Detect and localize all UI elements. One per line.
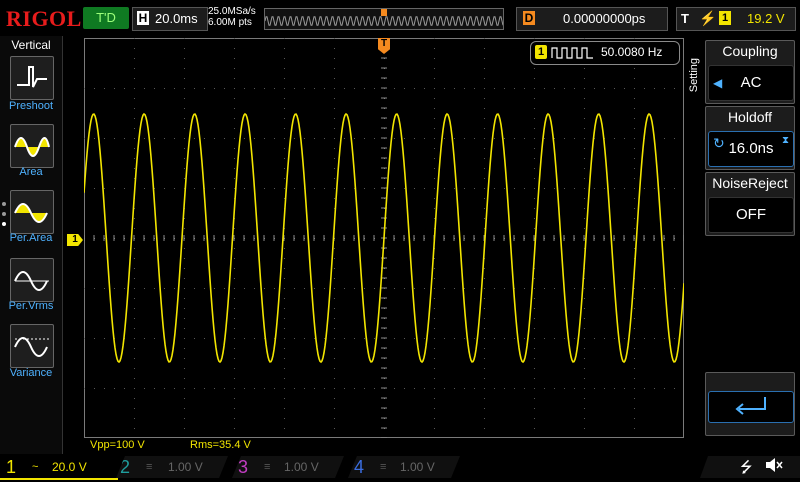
- sample-rate: 25.0MSa/s: [208, 6, 256, 17]
- channel-3-coupling: ≡: [264, 461, 271, 473]
- channel-1-tab[interactable]: 1 ~ 20.0 V: [0, 456, 118, 480]
- variance-icon: [14, 337, 49, 357]
- channel-4-scale: 1.00 V: [400, 460, 435, 474]
- channel-1-scale: 20.0 V: [52, 460, 87, 474]
- channel-2-scale: 1.00 V: [168, 460, 203, 474]
- channel-3-scale: 1.00 V: [284, 460, 319, 474]
- channel-1-offset-marker[interactable]: 1: [67, 234, 83, 246]
- speaker-muted-icon[interactable]: [764, 455, 784, 480]
- channel-1-coupling: ~: [32, 461, 39, 473]
- coupling-value: AC: [740, 74, 762, 91]
- left-menu-title: Vertical: [11, 38, 51, 52]
- noise-reject-value-box[interactable]: OFF: [708, 197, 794, 233]
- vpp-measurement: Vpp=100 V: [90, 439, 145, 451]
- coupling-title: Coupling: [722, 43, 778, 59]
- per-vrms-label: Per.Vrms: [8, 300, 54, 312]
- holdoff-title: Holdoff: [727, 109, 773, 125]
- trigger-key: T: [681, 11, 689, 26]
- area-icon: [14, 137, 50, 157]
- frequency-counter[interactable]: 1 50.0080 Hz: [530, 41, 680, 65]
- coupling-value-box[interactable]: ◀ AC: [708, 65, 794, 101]
- rigol-logo: RIGOL: [6, 6, 82, 31]
- memory-depth: 6.00M pts: [208, 17, 252, 28]
- page-dot: [2, 202, 6, 206]
- memory-overview[interactable]: [264, 8, 504, 30]
- delay-key: D: [523, 11, 535, 25]
- rising-edge-icon: ⚡: [699, 10, 717, 26]
- sample-info: 25.0MSa/s 6.00M pts: [208, 6, 256, 28]
- noise-reject-value: OFF: [736, 206, 766, 223]
- return-icon: [735, 397, 766, 415]
- per-area-icon: [14, 203, 48, 223]
- per-vrms-button[interactable]: [10, 258, 54, 302]
- trigger-position-icon: [381, 9, 387, 16]
- delay-value: 0.00000000ps: [563, 11, 646, 26]
- timebase-value: 20.0ms: [155, 11, 198, 26]
- horizontal-timebase[interactable]: H 20.0ms: [132, 7, 208, 31]
- preshoot-icon: [17, 66, 47, 88]
- usb-icon: ⭍: [740, 459, 753, 476]
- channel-2-coupling: ≡: [146, 461, 153, 473]
- rms-measurement: Rms=35.4 V: [190, 439, 251, 451]
- page-dot: [2, 212, 6, 216]
- channel-1-number: 1: [6, 457, 17, 477]
- holdoff-value: 16.0ns: [728, 140, 774, 157]
- coupling-menu[interactable]: Coupling ◀ AC: [705, 40, 795, 104]
- frequency-channel-badge: 1: [535, 45, 547, 59]
- per-area-label: Per.Area: [9, 232, 53, 244]
- noise-reject-title: NoiseReject: [712, 175, 788, 191]
- noise-reject-menu[interactable]: NoiseReject OFF: [705, 172, 795, 236]
- variance-label: Variance: [9, 367, 53, 379]
- variance-button[interactable]: [10, 324, 54, 368]
- waveform-display[interactable]: [84, 38, 684, 438]
- holdoff-menu[interactable]: Holdoff ↻ 16.0ns ⧗: [705, 106, 795, 170]
- channel-2-tab[interactable]: 2 ≡ 1.00 V: [116, 456, 228, 478]
- frequency-value: 50.0080 Hz: [601, 45, 663, 59]
- return-box[interactable]: [708, 391, 794, 423]
- area-button[interactable]: [10, 124, 54, 168]
- preshoot-button[interactable]: [10, 56, 54, 100]
- hourglass-icon: ⧗: [781, 135, 789, 146]
- square-wave-icon: [551, 47, 593, 59]
- trigger-status[interactable]: T ⚡ 1 19.2 V: [676, 7, 796, 31]
- preshoot-label: Preshoot: [8, 100, 54, 112]
- trigger-source: 1: [719, 11, 731, 25]
- channel-3-tab[interactable]: 3 ≡ 1.00 V: [232, 456, 344, 478]
- area-label: Area: [19, 166, 43, 178]
- triangle-left-icon: ◀: [713, 76, 723, 90]
- holdoff-value-box[interactable]: ↻ 16.0ns ⧗: [708, 131, 794, 167]
- horizontal-key: H: [137, 11, 149, 25]
- trigger-level: 19.2 V: [747, 11, 785, 26]
- channel-4-tab[interactable]: 4 ≡ 1.00 V: [348, 456, 460, 478]
- channel-4-coupling: ≡: [380, 461, 387, 473]
- rotate-knob-icon: ↻: [713, 135, 725, 151]
- setting-side-label: Setting: [688, 58, 700, 93]
- per-vrms-icon: [14, 271, 49, 291]
- return-menu-button[interactable]: [705, 372, 795, 436]
- memory-waveform-preview: [264, 9, 504, 26]
- trigger-delay[interactable]: D 0.00000000ps: [516, 7, 668, 31]
- per-area-button[interactable]: [10, 190, 54, 234]
- page-dot-active: [2, 222, 6, 226]
- run-status-badge[interactable]: T'D: [83, 7, 129, 29]
